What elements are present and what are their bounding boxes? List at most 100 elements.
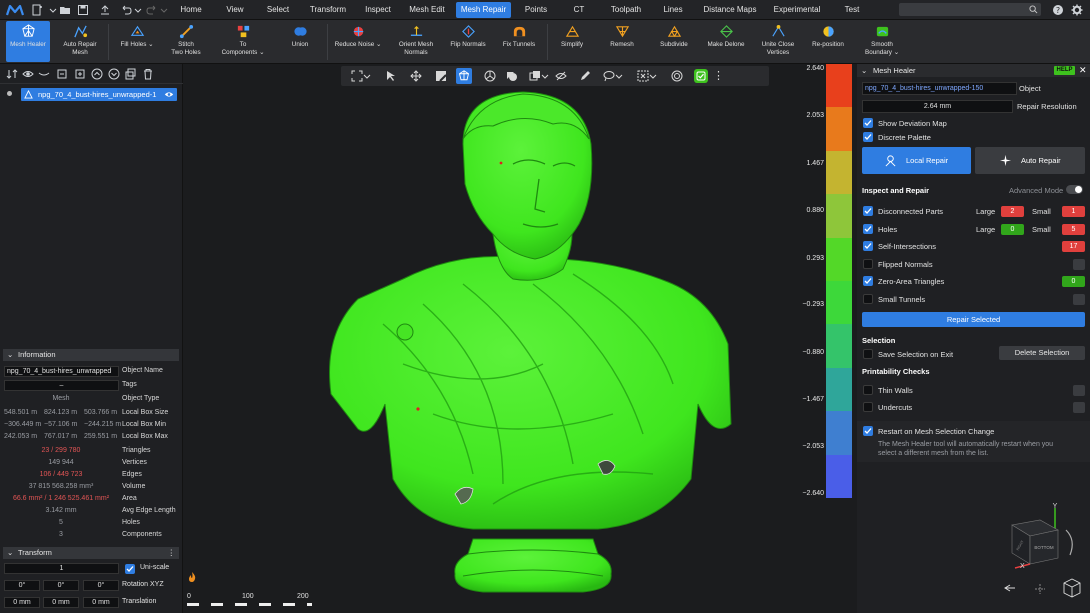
tab-test[interactable]: Test	[837, 2, 867, 18]
rotation-x-field[interactable]: 0°	[4, 580, 40, 591]
save-icon[interactable]	[77, 4, 89, 16]
redo-icon[interactable]	[146, 4, 158, 16]
self-intersections-badge[interactable]: 17	[1062, 241, 1085, 252]
render-mode-icon[interactable]	[529, 70, 541, 82]
collapse-icon[interactable]	[56, 68, 68, 80]
disconnected-large-badge[interactable]: 2	[1001, 206, 1024, 217]
mesh-healer-header[interactable]: ⌄ Mesh Healer HELP ✕	[857, 64, 1090, 77]
holes-checkbox[interactable]	[863, 224, 873, 234]
chevron-down-icon[interactable]	[615, 70, 623, 82]
to-components-button[interactable]: To Components ⌄	[218, 21, 268, 62]
undo-icon[interactable]	[120, 4, 132, 16]
tab-ct[interactable]: CT	[566, 2, 592, 18]
settings-gear-icon[interactable]	[1071, 4, 1083, 16]
pan-icon[interactable]	[1035, 584, 1045, 594]
undercuts-checkbox[interactable]	[863, 402, 873, 412]
fit-view-icon[interactable]	[351, 70, 363, 82]
trash-icon[interactable]	[142, 68, 154, 80]
flipped-normals-checkbox[interactable]	[863, 259, 873, 269]
fix-tunnels-button[interactable]: Fix Tunnels	[498, 21, 540, 62]
clipping-icon[interactable]	[506, 70, 518, 82]
mesh-healer-button[interactable]: Mesh Healer	[6, 21, 50, 62]
discrete-palette-checkbox[interactable]	[863, 132, 873, 142]
thin-walls-checkbox[interactable]	[863, 385, 873, 395]
flipped-normals-badge[interactable]	[1073, 259, 1085, 270]
scene-tree-item[interactable]: npg_70_4_bust-hires_unwrapped-1	[21, 88, 177, 101]
transform-header[interactable]: ⌄ Transform ⋮	[3, 547, 179, 559]
small-tunnels-checkbox[interactable]	[863, 294, 873, 304]
orientation-cube[interactable]: Y BOTTOM RIGHT X	[1000, 500, 1085, 610]
repair-resolution-field[interactable]: 2.64 mm	[862, 100, 1013, 113]
tab-transform[interactable]: Transform	[304, 2, 352, 18]
chevron-down-icon[interactable]	[363, 70, 371, 82]
tab-lines[interactable]: Lines	[656, 2, 690, 18]
rotation-y-field[interactable]: 0°	[43, 580, 79, 591]
visibility-eye-icon[interactable]	[164, 90, 174, 99]
tab-mesh-edit[interactable]: Mesh Edit	[404, 2, 450, 18]
repair-selected-button[interactable]: Repair Selected	[862, 312, 1085, 327]
advanced-mode-toggle[interactable]	[1066, 185, 1083, 194]
target-icon[interactable]	[671, 70, 683, 82]
show-deviation-checkbox[interactable]	[863, 118, 873, 128]
translation-x-field[interactable]: 0 mm	[4, 597, 40, 608]
select-pointer-icon[interactable]	[385, 70, 397, 82]
measure-icon[interactable]	[484, 70, 496, 82]
thin-walls-badge[interactable]	[1073, 385, 1085, 396]
stitch-two-holes-button[interactable]: Stitch Two Holes	[164, 21, 208, 62]
more-options-icon[interactable]: ⋮	[713, 69, 725, 82]
help-icon[interactable]: ?	[1052, 4, 1064, 16]
tab-experimental[interactable]: Experimental	[768, 2, 826, 18]
flip-normals-button[interactable]: Flip Normals	[446, 21, 490, 62]
orient-mesh-normals-button[interactable]: Orient Mesh Normals	[392, 21, 440, 62]
translation-z-field[interactable]: 0 mm	[83, 597, 119, 608]
holes-large-badge[interactable]: 0	[1001, 224, 1024, 235]
scale-field[interactable]: 1	[4, 563, 119, 574]
restart-checkbox[interactable]	[863, 426, 873, 436]
uniscale-checkbox[interactable]	[125, 564, 135, 574]
local-repair-button[interactable]: Local Repair	[862, 147, 971, 174]
help-badge[interactable]: HELP	[1054, 66, 1075, 75]
tab-view[interactable]: View	[218, 2, 252, 18]
pen-icon[interactable]	[579, 70, 591, 82]
mesh-select-toggle[interactable]	[456, 68, 472, 84]
auto-repair-button[interactable]: Auto Repair	[975, 147, 1085, 174]
zero-area-badge[interactable]: 0	[1062, 276, 1085, 287]
fire-icon[interactable]	[187, 571, 197, 583]
tab-select[interactable]: Select	[262, 2, 294, 18]
search-input[interactable]	[899, 3, 1041, 16]
auto-repair-mesh-button[interactable]: Auto Repair Mesh	[58, 21, 102, 62]
redo-dropdown-icon[interactable]	[158, 4, 170, 16]
reduce-noise-button[interactable]: Reduce Noise ⌄	[334, 21, 382, 62]
cube-view-icon[interactable]	[1063, 578, 1081, 598]
zero-area-triangles-checkbox[interactable]	[863, 276, 873, 286]
move-up-icon[interactable]	[91, 68, 103, 80]
tab-toolpath[interactable]: Toolpath	[604, 2, 648, 18]
tree-expand-dot[interactable]	[7, 91, 12, 96]
tab-distance-maps[interactable]: Distance Maps	[699, 2, 761, 18]
collapse-arrow-icon[interactable]	[1004, 584, 1015, 592]
3d-viewport[interactable]: ⋮ 0 100 200	[183, 64, 857, 613]
tab-inspect[interactable]: Inspect	[360, 2, 396, 18]
object-select-field[interactable]: npg_70_4_bust-hires_unwrapped-150	[862, 82, 1017, 95]
subdivide-button[interactable]: Subdivide	[654, 21, 694, 62]
reposition-button[interactable]: Re-position	[806, 21, 850, 62]
tab-mesh-repair[interactable]: Mesh Repair	[456, 2, 511, 18]
fill-holes-button[interactable]: Fill Holes ⌄	[114, 21, 160, 62]
more-options-icon[interactable]: ⋮	[168, 547, 176, 559]
remesh-button[interactable]: Remesh	[602, 21, 642, 62]
tab-points[interactable]: Points	[519, 2, 553, 18]
hide-icon[interactable]	[38, 68, 50, 80]
union-button[interactable]: Union	[280, 21, 320, 62]
self-intersections-checkbox[interactable]	[863, 241, 873, 251]
duplicate-icon[interactable]	[125, 68, 137, 80]
lasso-icon[interactable]	[603, 70, 615, 82]
paint-select-icon[interactable]	[435, 70, 447, 82]
new-file-icon[interactable]	[31, 4, 43, 16]
tab-home[interactable]: Home	[174, 2, 208, 18]
disconnected-small-badge[interactable]: 1	[1062, 206, 1085, 217]
make-delone-button[interactable]: Make Delone	[704, 21, 748, 62]
information-header[interactable]: ⌄ Information	[3, 349, 179, 361]
translation-y-field[interactable]: 0 mm	[43, 597, 79, 608]
bust-mesh-model[interactable]	[313, 84, 753, 604]
smooth-boundary-button[interactable]: Smooth Boundary ⌄	[858, 21, 906, 62]
